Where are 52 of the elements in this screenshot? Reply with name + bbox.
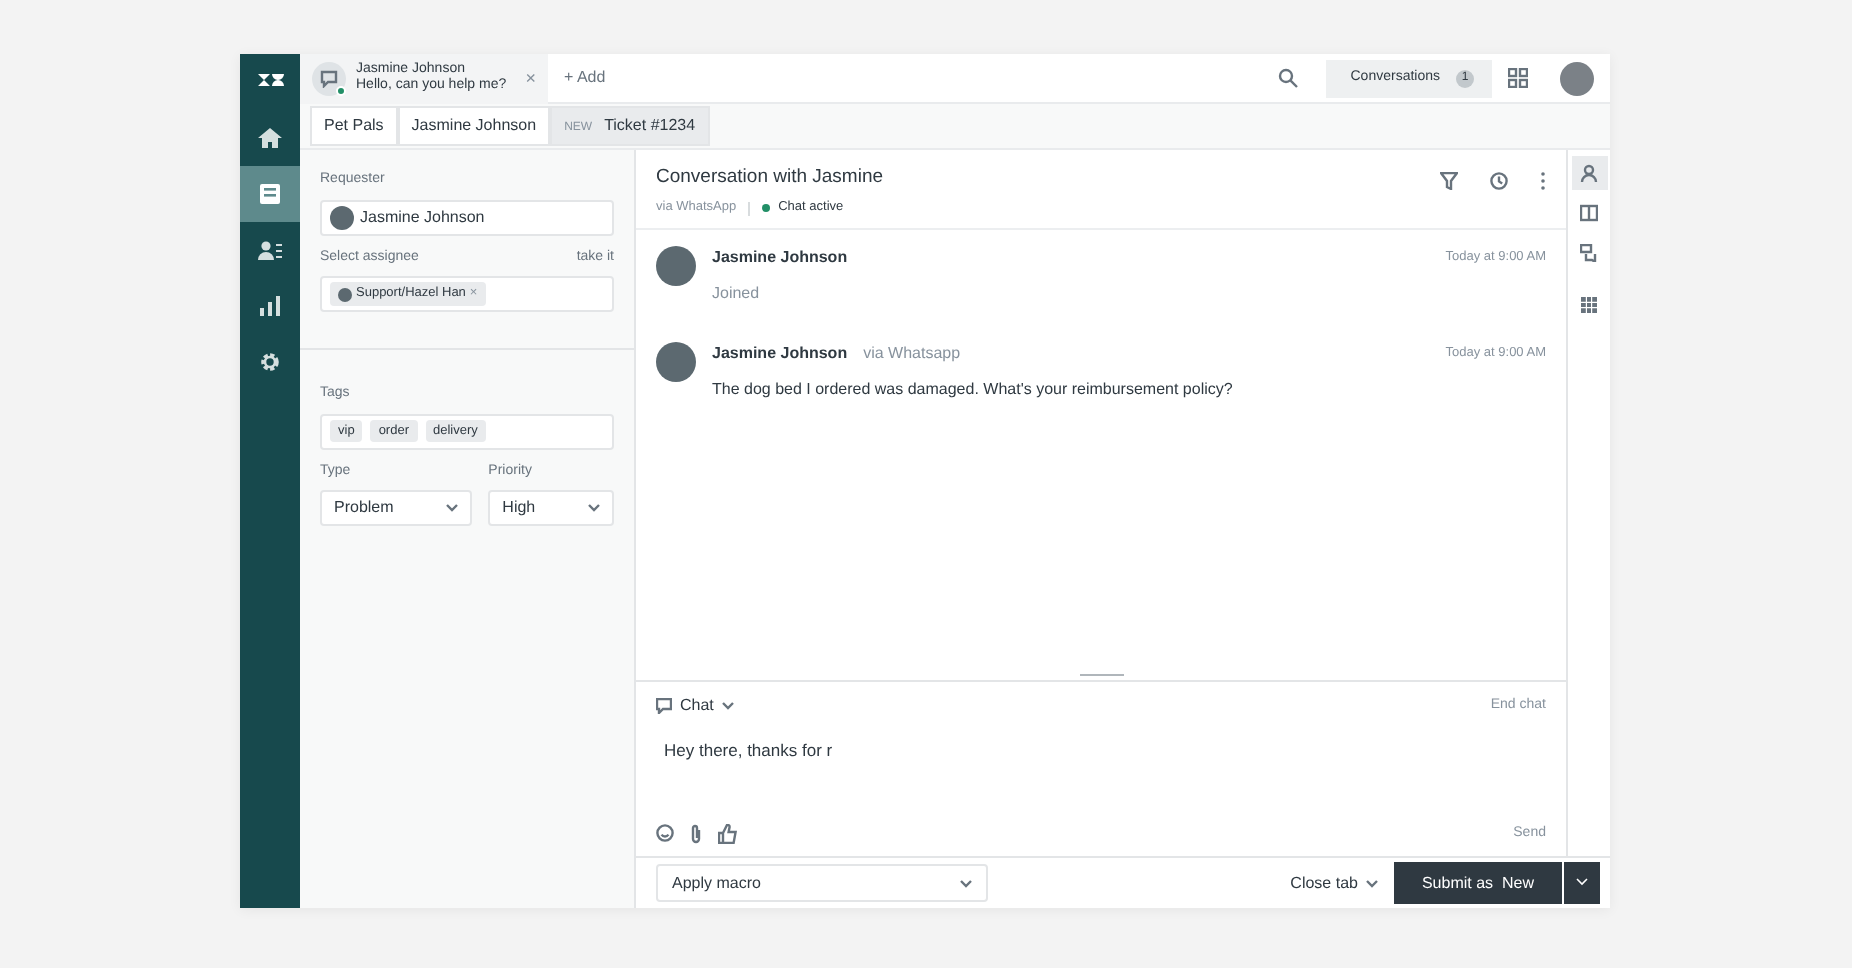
macro-dropdown[interactable]: Apply macro xyxy=(656,864,988,902)
paperclip-icon[interactable] xyxy=(690,823,702,844)
thumbs-up-icon[interactable] xyxy=(718,823,738,844)
channel-dropdown[interactable]: Chat xyxy=(656,694,734,718)
author-name: Jasmine Johnson xyxy=(712,246,848,270)
speech-bubble-icon xyxy=(656,698,672,714)
history-icon[interactable] xyxy=(1490,172,1508,190)
breadcrumb-tab[interactable]: Pet Pals xyxy=(310,106,398,146)
chevron-down-icon xyxy=(960,879,972,887)
add-tab-button[interactable]: + Add xyxy=(564,66,606,90)
avatar xyxy=(330,205,354,229)
chevron-down-icon xyxy=(588,504,600,512)
message-text: The dog bed I ordered was damaged. What's your reimbursement policy? xyxy=(712,378,1235,402)
breadcrumb-label: Ticket #1234 xyxy=(604,116,696,134)
grid-icon[interactable] xyxy=(1508,68,1528,88)
contacts-icon xyxy=(256,238,284,262)
search-icon[interactable] xyxy=(1278,68,1299,88)
event-text: Joined xyxy=(712,282,762,306)
chevron-down-icon xyxy=(1365,879,1378,887)
conversation-title: Conversation with Jasmine xyxy=(656,164,884,192)
filter-icon[interactable] xyxy=(1440,172,1458,190)
book-icon xyxy=(1580,204,1598,222)
avatar xyxy=(656,342,696,382)
chevron-down-icon xyxy=(446,504,459,512)
submit-button[interactable]: Submit as New xyxy=(1393,862,1562,904)
chat-bubbles-icon xyxy=(1580,244,1598,262)
requester-field[interactable]: Jasmine Johnson xyxy=(320,199,614,235)
home-icon xyxy=(256,126,284,150)
speech-bubble-icon xyxy=(320,69,338,87)
avatar xyxy=(338,287,352,301)
user-avatar[interactable] xyxy=(1560,61,1594,95)
type-dropdown[interactable]: Problem xyxy=(320,490,473,526)
priority-dropdown[interactable]: High xyxy=(488,490,614,526)
settings-icon xyxy=(256,350,284,374)
avatar xyxy=(656,246,696,286)
more-icon[interactable] xyxy=(1540,172,1546,190)
status-dot xyxy=(762,204,771,213)
apps-icon xyxy=(1580,296,1598,314)
bar-chart-icon xyxy=(256,294,284,318)
message-input[interactable]: Hey there, thanks for r xyxy=(656,730,1546,772)
breadcrumb-tab[interactable]: Jasmine Johnson xyxy=(397,106,551,146)
side-panel-tab[interactable] xyxy=(1571,156,1607,190)
submit-menu-button[interactable] xyxy=(1564,862,1600,904)
chevron-down-icon xyxy=(1576,878,1588,887)
resize-handle[interactable] xyxy=(1079,674,1123,676)
emoji-icon[interactable] xyxy=(656,824,674,843)
person-icon xyxy=(1580,164,1598,182)
close-tab-dropdown[interactable]: Close tab xyxy=(1290,871,1378,895)
inbox-icon xyxy=(256,182,284,206)
author-name: Jasmine Johnson xyxy=(712,342,848,366)
via-label: via Whatsapp xyxy=(863,342,961,366)
chevron-down-icon xyxy=(721,702,734,710)
